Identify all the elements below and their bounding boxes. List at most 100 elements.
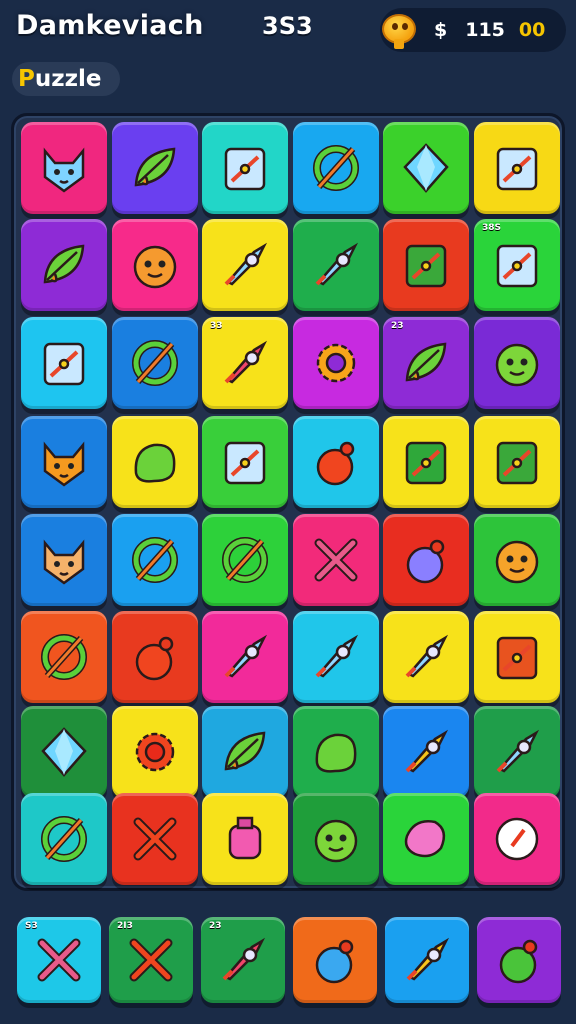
board-tile[interactable] (474, 706, 560, 798)
board-tile[interactable] (112, 793, 198, 885)
board-tile[interactable] (112, 706, 198, 798)
card-sword-icon (224, 147, 266, 191)
tray-tile[interactable]: S3 (17, 917, 101, 1003)
crossed-bones-icon (37, 938, 81, 982)
board-tile[interactable] (383, 793, 469, 885)
board-tile[interactable] (112, 416, 198, 508)
mode-label[interactable]: Puzzle (12, 62, 120, 96)
board-tile[interactable] (21, 219, 107, 311)
cat-face-icon (43, 147, 85, 193)
board-tile[interactable] (293, 706, 379, 798)
currency-panel[interactable]: $ 115 00 (380, 8, 566, 52)
cookie-face-icon (133, 245, 177, 289)
board-tile[interactable] (474, 317, 560, 409)
game-title: Damkeviach (16, 10, 204, 41)
leaf-icon (134, 147, 176, 187)
gold-arrow-icon (406, 937, 450, 981)
cross-bones-icon (314, 538, 358, 582)
broccoli-icon (134, 443, 176, 483)
feather-leaf-icon (43, 244, 85, 284)
rocket-icon (224, 634, 268, 678)
board-tile[interactable] (293, 611, 379, 703)
board-tile[interactable] (112, 317, 198, 409)
board-tile[interactable] (293, 219, 379, 311)
board-tile[interactable] (21, 514, 107, 606)
board-tile[interactable] (474, 122, 560, 214)
green-card-icon (405, 441, 447, 485)
leaf-dragon-icon (405, 342, 447, 382)
board-tile[interactable] (202, 793, 288, 885)
card-wand-icon (224, 441, 266, 485)
mushroom-icon (135, 636, 174, 681)
board-tile[interactable] (293, 793, 379, 885)
star-arrow-icon (405, 729, 449, 773)
board-tile[interactable] (202, 122, 288, 214)
planet-icon (132, 537, 178, 583)
tray-tile[interactable]: 2I3 (109, 917, 193, 1003)
tile-tray: S3 2I3 23 (0, 906, 576, 1016)
board-tile[interactable] (202, 706, 288, 798)
board-tile[interactable] (474, 611, 560, 703)
board-tile[interactable] (21, 793, 107, 885)
board-tile[interactable] (383, 416, 469, 508)
tray-tile[interactable] (385, 917, 469, 1003)
board-tile[interactable] (112, 219, 198, 311)
board-tile[interactable] (112, 514, 198, 606)
blue-bomb-icon (315, 939, 354, 984)
tile-counter: 23 (209, 921, 222, 931)
board-tile[interactable] (112, 611, 198, 703)
board-tile[interactable] (474, 514, 560, 606)
green-monster-icon (495, 343, 539, 387)
board-tile[interactable] (383, 706, 469, 798)
tile-counter: S3 (25, 921, 38, 931)
board-tile[interactable] (21, 706, 107, 798)
ring-dagger-icon (222, 537, 268, 583)
tag-moon-icon (496, 244, 538, 288)
check-icon (133, 817, 177, 861)
board-tile[interactable] (293, 514, 379, 606)
board-tile[interactable] (293, 317, 379, 409)
puzzle-board: 38S 33 23 (11, 113, 565, 891)
board-tile[interactable] (21, 611, 107, 703)
sun-gear-icon (316, 343, 356, 383)
board-tile[interactable]: 23 (383, 317, 469, 409)
board-tile[interactable] (202, 219, 288, 311)
crystal-shard-icon (41, 727, 87, 777)
ring-dagger-icon (132, 340, 178, 386)
dollar-symbol: $ (434, 19, 448, 41)
board-tile[interactable] (383, 514, 469, 606)
board-tile[interactable] (293, 122, 379, 214)
capsule-icon (405, 634, 449, 678)
orange-blob-icon (495, 540, 539, 584)
board-tile[interactable] (474, 416, 560, 508)
board-tile[interactable] (21, 317, 107, 409)
tile-counter: 38S (482, 223, 502, 233)
board-tile[interactable] (202, 611, 288, 703)
green-bomb-icon (499, 939, 538, 984)
tray-tile[interactable]: 23 (201, 917, 285, 1003)
board-tile[interactable] (383, 122, 469, 214)
candy-arrow-icon (224, 340, 268, 384)
ring-sword-icon (313, 145, 359, 191)
tile-counter: 33 (210, 321, 223, 331)
board-tile[interactable] (21, 122, 107, 214)
board-tile[interactable] (383, 219, 469, 311)
board-tile[interactable]: 33 (202, 317, 288, 409)
board-tile[interactable] (21, 416, 107, 508)
compass-icon (495, 817, 539, 861)
board-tile[interactable] (293, 416, 379, 508)
board-tile[interactable]: 38S (474, 219, 560, 311)
red-arrow-icon (222, 937, 266, 981)
board-tile[interactable] (383, 611, 469, 703)
board-tile[interactable] (202, 416, 288, 508)
slime-icon (315, 733, 357, 773)
tray-tile[interactable] (477, 917, 561, 1003)
tray-tile[interactable] (293, 917, 377, 1003)
board-tile[interactable] (474, 793, 560, 885)
lion-face-icon (43, 441, 85, 487)
board-tile[interactable] (112, 122, 198, 214)
fox-face-icon (43, 539, 85, 585)
hook-icon (315, 634, 359, 678)
calculator-box-icon (496, 441, 538, 485)
board-tile[interactable] (202, 514, 288, 606)
